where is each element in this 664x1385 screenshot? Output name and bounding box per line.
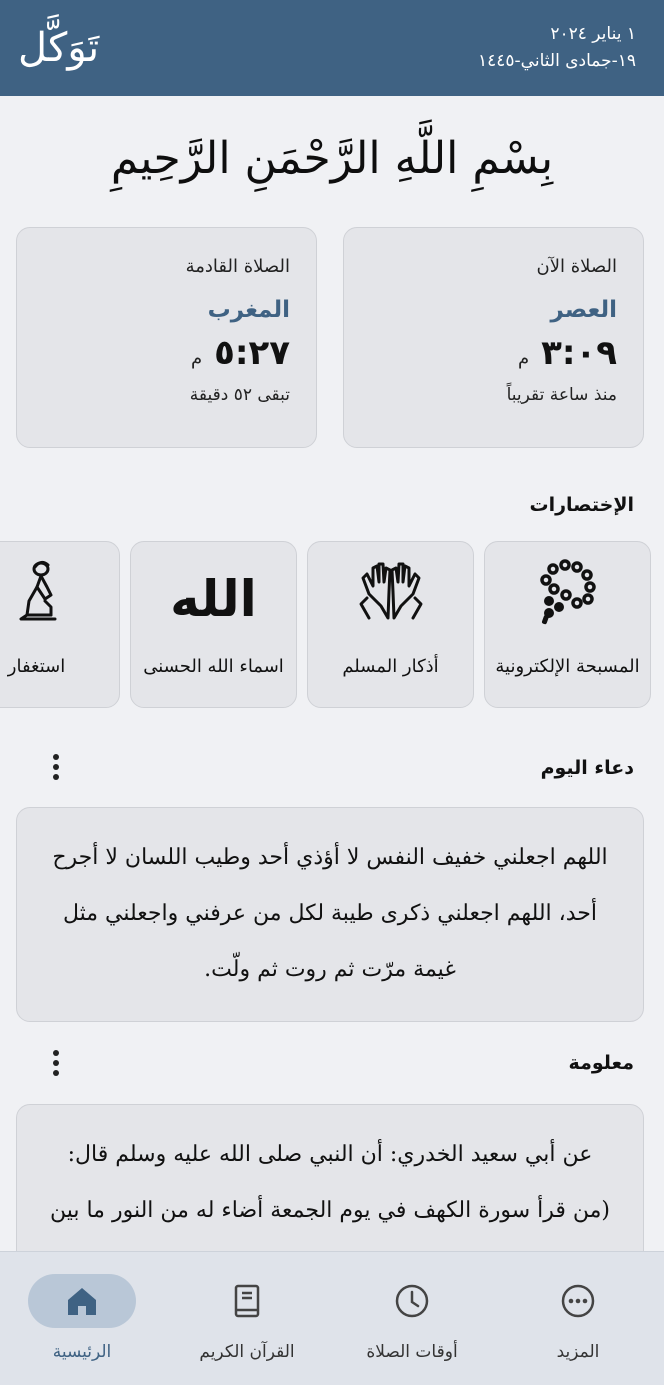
gregorian-date: ١ يناير ٢٠٢٤ (550, 24, 636, 44)
hijri-date: ١٩-جمادى الثاني-١٤٤٥ (478, 51, 636, 71)
current-prayer-label: الصلاة الآن (536, 256, 617, 277)
app-header: ١ يناير ٢٠٢٤ ١٩-جمادى الثاني-١٤٤٥ تَوَكَ… (0, 0, 664, 96)
next-prayer-ampm: م (190, 348, 203, 369)
date-block: ١ يناير ٢٠٢٤ ١٩-جمادى الثاني-١٤٤٥ (478, 21, 636, 75)
next-prayer-time-row: ٥:٢٧ م (43, 333, 290, 373)
basmala-calligraphy: بِسْمِ اللَّهِ الرَّحْمَنِ الرَّحِيمِ (110, 132, 554, 184)
dua-card: اللهم اجعلني خفيف النفس لا أؤذي أحد وطيب… (16, 807, 644, 1022)
current-prayer-name: العصر (550, 297, 617, 323)
nav-home-label: الرئيسية (52, 1342, 112, 1362)
shortcut-asma-al-husna[interactable]: الله اسماء الله الحسنى (130, 541, 297, 708)
current-prayer-card[interactable]: الصلاة الآن العصر ٣:٠٩ م منذ ساعة تقريبا… (343, 227, 644, 448)
info-title: معلومة (568, 1052, 634, 1074)
shortcuts-row[interactable]: المسبحة الإلكترونية أذكار المسلم الله اس… (0, 541, 664, 709)
next-prayer-label: الصلاة القادمة (185, 256, 290, 277)
nav-prayer-times[interactable]: أوقات الصلاة (332, 1274, 492, 1374)
bottom-navigation: الرئيسية القرآن الكريم أوقات الصلاة المز… (0, 1251, 664, 1385)
app-logo: تَوَكَّل (18, 25, 100, 71)
next-prayer-remaining: تبقى ٥٢ دقيقة (189, 385, 290, 405)
home-icon (28, 1274, 136, 1328)
dua-text: اللهم اجعلني خفيف النفس لا أؤذي أحد وطيب… (52, 845, 608, 982)
allah-calligraphy-icon: الله (170, 570, 257, 628)
next-prayer-name: المغرب (207, 297, 290, 323)
shortcut-adhkar[interactable]: أذكار المسلم (307, 541, 474, 708)
current-prayer-ampm: م (517, 348, 530, 369)
shortcut-asma-label: اسماء الله الحسنى (143, 656, 284, 677)
current-prayer-time: ٣:٠٩ (541, 333, 617, 373)
nav-more[interactable]: المزيد (498, 1274, 658, 1374)
nav-quran-label: القرآن الكريم (199, 1342, 295, 1362)
book-icon (193, 1274, 301, 1328)
shortcut-tasbih[interactable]: المسبحة الإلكترونية (484, 541, 651, 708)
nav-quran[interactable]: القرآن الكريم (167, 1274, 327, 1374)
shortcut-tasbih-label: المسبحة الإلكترونية (495, 656, 640, 677)
tasbih-beads-icon (485, 542, 650, 642)
nav-home[interactable]: الرئيسية (2, 1274, 162, 1374)
current-prayer-elapsed: منذ ساعة تقريباً (506, 385, 617, 405)
shortcuts-title: الإختصارات (529, 494, 634, 516)
nav-more-label: المزيد (556, 1342, 600, 1362)
kneeling-person-icon (0, 542, 119, 642)
praying-hands-icon (308, 542, 473, 642)
shortcut-istighfar-label: استغفار (7, 656, 66, 677)
clock-icon (358, 1274, 466, 1328)
shortcut-istighfar[interactable]: استغفار (0, 541, 120, 708)
next-prayer-card[interactable]: الصلاة القادمة المغرب ٥:٢٧ م تبقى ٥٢ دقي… (16, 227, 317, 448)
shortcut-adhkar-label: أذكار المسلم (342, 656, 439, 677)
info-menu-icon[interactable] (46, 1047, 66, 1079)
dua-title: دعاء اليوم (540, 757, 634, 779)
current-prayer-time-row: ٣:٠٩ م (370, 333, 617, 373)
nav-prayer-times-label: أوقات الصلاة (366, 1342, 458, 1362)
next-prayer-time: ٥:٢٧ (214, 333, 290, 373)
dua-menu-icon[interactable] (46, 751, 66, 783)
more-icon (524, 1274, 632, 1328)
